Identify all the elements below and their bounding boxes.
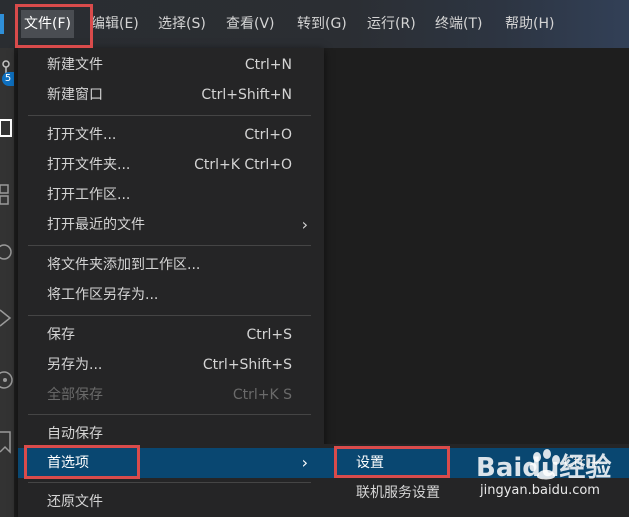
menu-selection[interactable]: 选择(S) xyxy=(155,10,209,38)
menu-run[interactable]: 运行(R) xyxy=(364,10,419,38)
submenu-item-settings[interactable]: 设置 Ctrl+, xyxy=(324,448,629,478)
menu-separator xyxy=(28,315,311,316)
activity-bar: 5 xyxy=(0,48,14,517)
menu-item-label: 全部保存 xyxy=(47,387,103,403)
menu-separator xyxy=(28,115,311,116)
run-debug-icon[interactable] xyxy=(0,306,14,330)
menu-item-label: 打开最近的文件 xyxy=(47,217,145,233)
app-logo-icon xyxy=(0,14,4,34)
menu-item-auto-save[interactable]: 自动保存 xyxy=(18,419,324,449)
menu-item-open-file[interactable]: 打开文件... Ctrl+O xyxy=(18,120,324,150)
menu-separator xyxy=(28,245,311,246)
menu-item-label: 新建窗口 xyxy=(47,87,103,103)
menu-item-revert-file[interactable]: 还原文件 xyxy=(18,487,324,517)
shortcut-label: Ctrl+Shift+N xyxy=(201,87,292,103)
menu-item-label: 打开工作区... xyxy=(47,187,131,203)
menu-item-label: 首选项 xyxy=(47,455,89,471)
menu-item-new-window[interactable]: 新建窗口 Ctrl+Shift+N xyxy=(18,80,324,110)
menu-view[interactable]: 查看(V) xyxy=(223,10,278,38)
menu-item-label: 自动保存 xyxy=(47,426,103,442)
notification-badge: 5 xyxy=(2,72,14,86)
menu-item-save[interactable]: 保存 Ctrl+S xyxy=(18,320,324,350)
menu-separator xyxy=(28,414,311,415)
shortcut-label: Ctrl+Shift+S xyxy=(202,357,292,373)
preferences-submenu: 设置 Ctrl+, 联机服务设置 xyxy=(324,444,629,517)
menu-item-save-all: 全部保存 Ctrl+K S xyxy=(18,380,324,410)
extensions-icon[interactable] xyxy=(0,183,14,207)
menu-terminal[interactable]: 终端(T) xyxy=(432,10,485,38)
shortcut-label: Ctrl+N xyxy=(244,57,292,73)
menu-separator xyxy=(28,482,311,483)
shortcut-label: Ctrl+S xyxy=(246,327,292,343)
menu-item-open-folder[interactable]: 打开文件夹... Ctrl+K Ctrl+O xyxy=(18,150,324,180)
file-menu-dropdown: 新建文件 Ctrl+N 新建窗口 Ctrl+Shift+N 打开文件... Ct… xyxy=(18,48,324,517)
menu-item-open-recent[interactable]: 打开最近的文件 › xyxy=(18,210,324,240)
menu-bar: 文件(F) 编辑(E) 选择(S) 查看(V) 转到(G) 运行(R) 终端(T… xyxy=(0,0,629,48)
shortcut-label: Ctrl+O xyxy=(244,127,292,143)
menu-file[interactable]: 文件(F) xyxy=(21,10,74,38)
menu-item-label: 另存为... xyxy=(47,357,103,373)
menu-item-save-workspace-as[interactable]: 将工作区另存为... xyxy=(18,280,324,310)
chevron-right-icon: › xyxy=(301,215,308,234)
shortcut-label: Ctrl+K Ctrl+O xyxy=(194,157,292,173)
git-graph-icon[interactable] xyxy=(0,368,14,392)
menu-item-preferences[interactable]: 首选项 › xyxy=(18,448,324,478)
shortcut-label: Ctrl+, xyxy=(564,455,606,471)
menu-item-label: 保存 xyxy=(47,327,75,343)
menu-item-label: 还原文件 xyxy=(47,494,103,510)
menu-item-label: 联机服务设置 xyxy=(356,485,440,501)
menu-item-add-folder-to-workspace[interactable]: 将文件夹添加到工作区... xyxy=(18,250,324,280)
menu-item-label: 打开文件... xyxy=(47,127,117,143)
submenu-item-online-services[interactable]: 联机服务设置 xyxy=(324,478,629,508)
menu-item-label: 将工作区另存为... xyxy=(47,287,159,303)
explorer-icon[interactable] xyxy=(0,116,14,140)
chevron-right-icon: › xyxy=(301,453,308,472)
menu-go[interactable]: 转到(G) xyxy=(294,10,350,38)
menu-item-label: 新建文件 xyxy=(47,57,103,73)
menu-item-save-as[interactable]: 另存为... Ctrl+Shift+S xyxy=(18,350,324,380)
menu-item-new-file[interactable]: 新建文件 Ctrl+N xyxy=(18,50,324,80)
bookmark-icon[interactable] xyxy=(0,430,14,454)
shortcut-label: Ctrl+K S xyxy=(232,387,292,403)
menu-item-open-workspace[interactable]: 打开工作区... xyxy=(18,180,324,210)
menu-help[interactable]: 帮助(H) xyxy=(502,10,557,38)
menu-edit[interactable]: 编辑(E) xyxy=(88,10,142,38)
search-icon[interactable] xyxy=(0,240,14,264)
menu-item-label: 将文件夹添加到工作区... xyxy=(47,257,201,273)
menu-item-label: 设置 xyxy=(356,455,384,471)
menu-item-label: 打开文件夹... xyxy=(47,157,131,173)
